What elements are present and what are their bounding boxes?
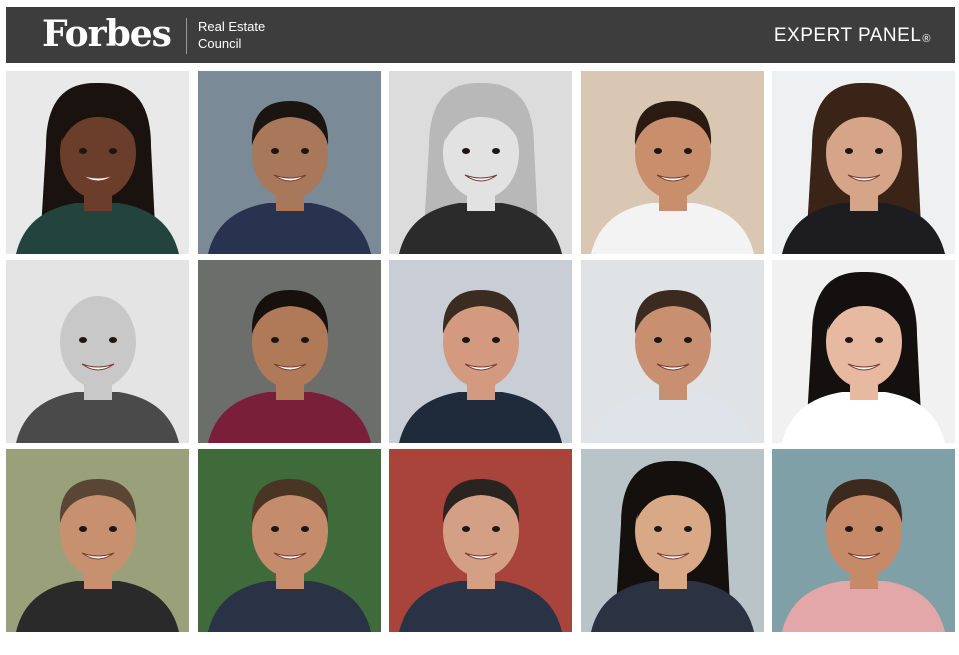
headshot-image — [6, 71, 189, 254]
forbes-header-banner: Forbes Real Estate Council EXPERT PANEL® — [6, 7, 955, 63]
headshot-image — [581, 71, 764, 254]
headshot-photo — [389, 260, 572, 443]
headshot-image — [389, 449, 572, 632]
headshot-photo — [198, 260, 381, 443]
headshot-image — [772, 71, 955, 254]
headshot-photo — [389, 71, 572, 254]
headshot-photo — [581, 260, 764, 443]
headshot-image — [198, 71, 381, 254]
headshot-photo — [772, 71, 955, 254]
headshot-image — [389, 260, 572, 443]
headshot-photo — [772, 449, 955, 632]
headshot-photo — [581, 449, 764, 632]
council-name: Real Estate Council — [198, 18, 265, 52]
council-name-line-1: Real Estate — [198, 19, 266, 34]
headshot-photo — [6, 260, 189, 443]
headshot-photo — [6, 71, 189, 254]
headshot-image — [581, 260, 764, 443]
headshot-image — [772, 260, 955, 443]
header-divider — [186, 18, 187, 54]
headshot-image — [772, 449, 955, 632]
expert-panel-label: EXPERT PANEL® — [774, 25, 931, 47]
headshot-image — [389, 71, 572, 254]
headshot-image — [6, 449, 189, 632]
expert-panel-text: EXPERT PANEL — [773, 25, 922, 46]
headshot-image — [198, 449, 381, 632]
headshot-photo — [198, 71, 381, 254]
headshot-photo — [6, 449, 189, 632]
headshot-image — [198, 260, 381, 443]
forbes-logo: Forbes — [42, 13, 172, 55]
headshot-photo — [198, 449, 381, 632]
headshot-image — [581, 449, 764, 632]
headshot-grid — [6, 71, 955, 632]
registered-mark: ® — [922, 33, 931, 45]
headshot-photo — [389, 449, 572, 632]
headshot-photo — [772, 260, 955, 443]
headshot-image — [6, 260, 189, 443]
headshot-photo — [581, 71, 764, 254]
council-name-line-2: Council — [198, 36, 242, 51]
